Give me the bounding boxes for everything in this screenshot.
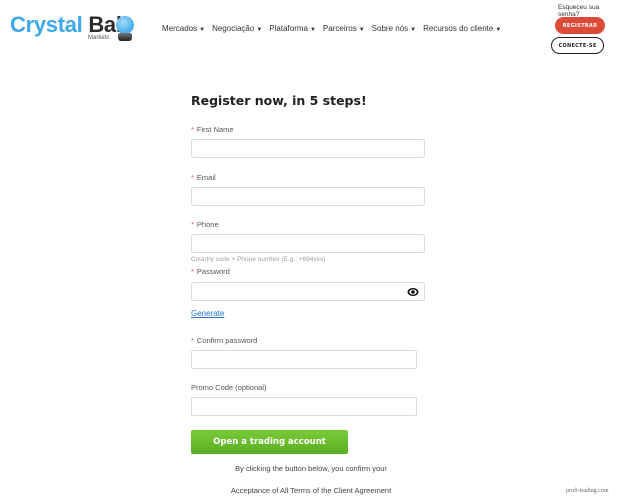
open-account-button[interactable]: Open a trading account [191, 430, 348, 454]
brand-subtitle: Markets [88, 35, 110, 41]
page-title: Register now, in 5 steps! [191, 93, 367, 108]
first-name-label-text: First Name [196, 125, 234, 134]
phone-field [191, 234, 425, 256]
login-button[interactable]: CONECTE-SE [551, 37, 604, 54]
caret-down-icon: ▼ [309, 27, 316, 33]
forgot-password-link[interactable]: Esqueceu sua senha? [558, 4, 622, 18]
generate-password-link[interactable]: Generate [191, 309, 224, 318]
caret-down-icon: ▼ [199, 27, 206, 33]
nav-item-label: Parceiros [322, 24, 357, 33]
password-input[interactable] [192, 287, 424, 304]
first-name-label: * First Name [191, 125, 234, 134]
first-name-field [191, 139, 425, 161]
nav-item-label: Plataforma [269, 24, 308, 33]
nav-item-label: Sobre nós [371, 24, 409, 33]
nav-item-negociacao[interactable]: Negociação ▼ [212, 24, 262, 33]
confirm-password-label-text: Confirm password [196, 336, 258, 345]
required-marker: * [191, 220, 194, 229]
terms-line-1: By clicking the button below, you confir… [235, 464, 387, 473]
caret-down-icon: ▼ [410, 27, 417, 33]
required-marker: * [191, 267, 194, 276]
email-label-text: Email [196, 173, 216, 182]
required-marker: * [191, 125, 194, 134]
phone-label-text: Phone [196, 220, 219, 229]
phone-hint: Country code + Phone number (E.g.: +694x… [191, 256, 326, 263]
nav-item-plataforma[interactable]: Plataforma ▼ [269, 24, 316, 33]
email-field [191, 187, 425, 209]
caret-down-icon: ▼ [256, 27, 263, 33]
main-nav: Mercados ▼ Negociação ▼ Plataforma ▼ Parcei… [162, 24, 508, 33]
confirm-password-field [191, 350, 417, 372]
brand-name: Crystal Ball [10, 12, 128, 37]
required-marker: * [191, 173, 194, 182]
promo-code-input[interactable] [192, 402, 416, 419]
password-field [191, 282, 425, 304]
terms-line-2: Acceptance of All Terms of the Client Ag… [230, 486, 392, 495]
password-label: * Password [191, 267, 230, 276]
nav-item-label: Recursos do cliente [423, 24, 494, 33]
confirm-password-label: * Confirm password [191, 336, 257, 345]
nav-item-parceiros[interactable]: Parceiros ▼ [323, 24, 365, 33]
email-input[interactable] [192, 192, 424, 209]
nav-item-sobre-nos[interactable]: Sobre nós ▼ [372, 24, 416, 33]
phone-input[interactable] [192, 239, 424, 256]
nav-item-label: Negociação [212, 24, 255, 33]
crystal-ball-base-icon [118, 33, 132, 41]
nav-item-mercados[interactable]: Mercados ▼ [162, 24, 205, 33]
required-marker: * [191, 336, 194, 345]
register-button[interactable]: REGISTRAR [555, 17, 605, 34]
first-name-input[interactable] [192, 144, 424, 161]
confirm-password-input[interactable] [192, 355, 416, 372]
promo-code-field [191, 397, 417, 419]
caret-down-icon: ▼ [358, 27, 365, 33]
watermark: profi-trading.com [566, 488, 609, 494]
nav-item-label: Mercados [162, 24, 198, 33]
eye-icon[interactable] [407, 287, 419, 297]
phone-label: * Phone [191, 220, 219, 229]
password-label-text: Password [196, 267, 230, 276]
email-label: * Email [191, 173, 216, 182]
brand-name-crystal: Crystal [10, 12, 83, 37]
crystal-ball-icon [116, 16, 134, 34]
promo-code-label: Promo Code (optional) [191, 383, 267, 392]
caret-down-icon: ▼ [495, 27, 502, 33]
nav-item-recursos[interactable]: Recursos do cliente ▼ [423, 24, 501, 33]
